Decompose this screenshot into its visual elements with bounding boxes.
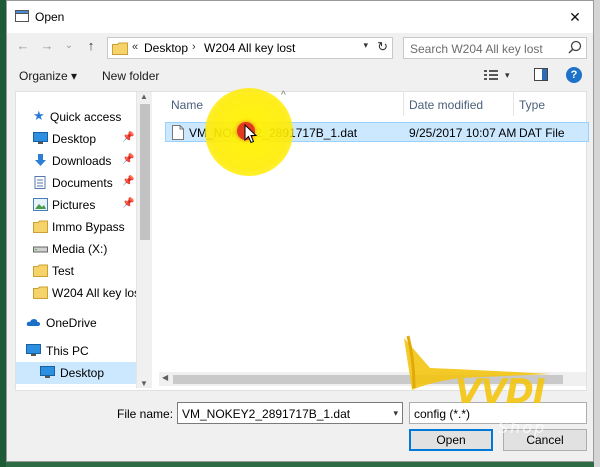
search-input[interactable]: Search W204 All key lost	[403, 37, 587, 59]
preview-pane-icon[interactable]	[534, 68, 548, 81]
title-bar[interactable]: Open ✕	[7, 1, 593, 33]
recent-locations-button[interactable]: ⌄	[61, 38, 77, 54]
scroll-down-icon[interactable]: ▼	[140, 379, 148, 388]
file-name-label: File name:	[117, 407, 174, 421]
pin-icon: 📌	[122, 132, 135, 143]
sidebar-item-media-x[interactable]: Media (X:)	[16, 238, 136, 260]
file-type: DAT File	[519, 126, 565, 140]
folder-icon	[33, 286, 48, 299]
column-divider[interactable]	[403, 92, 404, 116]
back-button[interactable]: ←	[15, 38, 31, 54]
sidebar-item-desktop-selected[interactable]: Desktop	[16, 362, 136, 384]
window-icon	[15, 10, 29, 22]
file-name-value: VM_NOKEY2_2891717B_1.dat	[182, 407, 351, 421]
sort-ascending-icon: ^	[281, 90, 286, 101]
file-name-dropdown-icon[interactable]: ▾	[393, 408, 398, 419]
pc-icon	[26, 344, 41, 356]
search-placeholder: Search W204 All key lost	[410, 42, 543, 56]
column-header-date-modified[interactable]: Date modified	[409, 98, 483, 112]
sidebar-item-label: OneDrive	[46, 316, 97, 330]
breadcrumb-desktop[interactable]: Desktop	[144, 41, 188, 55]
sidebar-item-quick-access[interactable]: ★ Quick access	[16, 106, 136, 128]
pin-icon: 📌	[122, 154, 135, 165]
sidebar-item-label: Test	[52, 264, 75, 278]
folder-icon	[112, 42, 128, 55]
watermark-sub: Shop	[498, 418, 547, 437]
sidebar-item-this-pc[interactable]: This PC	[16, 340, 136, 362]
breadcrumb-w204-all-key-lost[interactable]: W204 All key lost	[204, 41, 295, 55]
sidebar-item-test[interactable]: Test	[16, 260, 136, 282]
pin-icon: 📌	[122, 176, 135, 187]
sidebar-item-label: This PC	[46, 344, 89, 358]
close-button[interactable]: ✕	[565, 7, 585, 27]
folder-icon	[33, 220, 48, 233]
mouse-cursor-icon	[244, 124, 258, 144]
sidebar-item-label: Desktop	[52, 132, 97, 146]
pictures-icon	[33, 198, 48, 211]
sidebar-item-label: Immo Bypass	[52, 220, 125, 234]
breadcrumb-separator[interactable]: ›	[192, 41, 196, 53]
search-icon	[568, 40, 582, 54]
sidebar-item-label: Downloads	[52, 154, 112, 168]
window-title: Open	[35, 10, 65, 24]
watermark-brand: VVDI	[455, 372, 545, 412]
sidebar-item-label: Quick access	[50, 110, 122, 124]
desktop-icon	[33, 132, 48, 144]
sidebar-item-label: Media (X:)	[52, 242, 108, 256]
sidebar-item-onedrive[interactable]: OneDrive	[16, 312, 136, 334]
sidebar-item-downloads[interactable]: Downloads 📌	[16, 150, 136, 172]
organize-menu[interactable]: Organize ▾	[19, 69, 77, 83]
help-button[interactable]: ?	[566, 67, 582, 83]
drive-icon	[33, 246, 48, 253]
desktop-icon	[40, 366, 55, 378]
column-divider[interactable]	[513, 92, 514, 116]
new-folder-button[interactable]: New folder	[102, 69, 159, 83]
file-name-input[interactable]: VM_NOKEY2_2891717B_1.dat ▾	[177, 402, 403, 424]
address-dropdown-icon[interactable]: ▾	[363, 40, 368, 51]
address-bar[interactable]: « Desktop › W204 All key lost ▾ ↻	[107, 37, 393, 59]
view-options-icon[interactable]	[484, 69, 498, 81]
scroll-left-icon[interactable]: ◀	[162, 373, 168, 382]
navigation-bar: ← → ⌄ ↑ « Desktop › W204 All key lost ▾ …	[7, 33, 593, 61]
sidebar-item-desktop[interactable]: Desktop 📌	[16, 128, 136, 150]
sidebar-item-documents[interactable]: Documents 📌	[16, 172, 136, 194]
star-icon: ★	[33, 108, 45, 123]
sidebar-item-label: Desktop	[60, 366, 105, 380]
documents-icon	[34, 176, 46, 189]
pin-icon: 📌	[122, 198, 135, 209]
sidebar-item-label: Documents	[52, 176, 113, 190]
folder-icon	[33, 264, 48, 277]
navigation-pane: ★ Quick access Desktop 📌 Downloads 📌 Doc…	[16, 92, 136, 388]
column-header-type[interactable]: Type	[519, 98, 545, 112]
sidebar-item-label: W204 All key lost	[52, 286, 136, 300]
breadcrumb-overflow[interactable]: «	[132, 41, 138, 53]
onedrive-icon	[26, 319, 41, 326]
column-header-name[interactable]: Name	[171, 98, 203, 112]
file-icon	[172, 125, 184, 140]
sidebar-item-w204-all-key-lost[interactable]: W204 All key lost	[16, 282, 136, 304]
scroll-up-icon[interactable]: ▲	[140, 92, 148, 101]
sidebar-item-immo-bypass[interactable]: Immo Bypass	[16, 216, 136, 238]
download-icon	[35, 154, 46, 166]
sidebar-item-pictures[interactable]: Pictures 📌	[16, 194, 136, 216]
view-dropdown-icon[interactable]: ▾	[505, 70, 510, 81]
up-button[interactable]: ↑	[83, 38, 99, 54]
scrollbar-thumb[interactable]	[140, 104, 150, 240]
refresh-button[interactable]: ↻	[377, 39, 388, 55]
sidebar-item-label: Pictures	[52, 198, 96, 212]
file-date: 9/25/2017 10:07 AM	[409, 126, 517, 140]
sidebar-scrollbar[interactable]: ▲ ▼	[136, 92, 152, 388]
command-bar: Organize ▾ New folder ▾ ?	[7, 63, 593, 89]
forward-button[interactable]: →	[39, 38, 55, 54]
